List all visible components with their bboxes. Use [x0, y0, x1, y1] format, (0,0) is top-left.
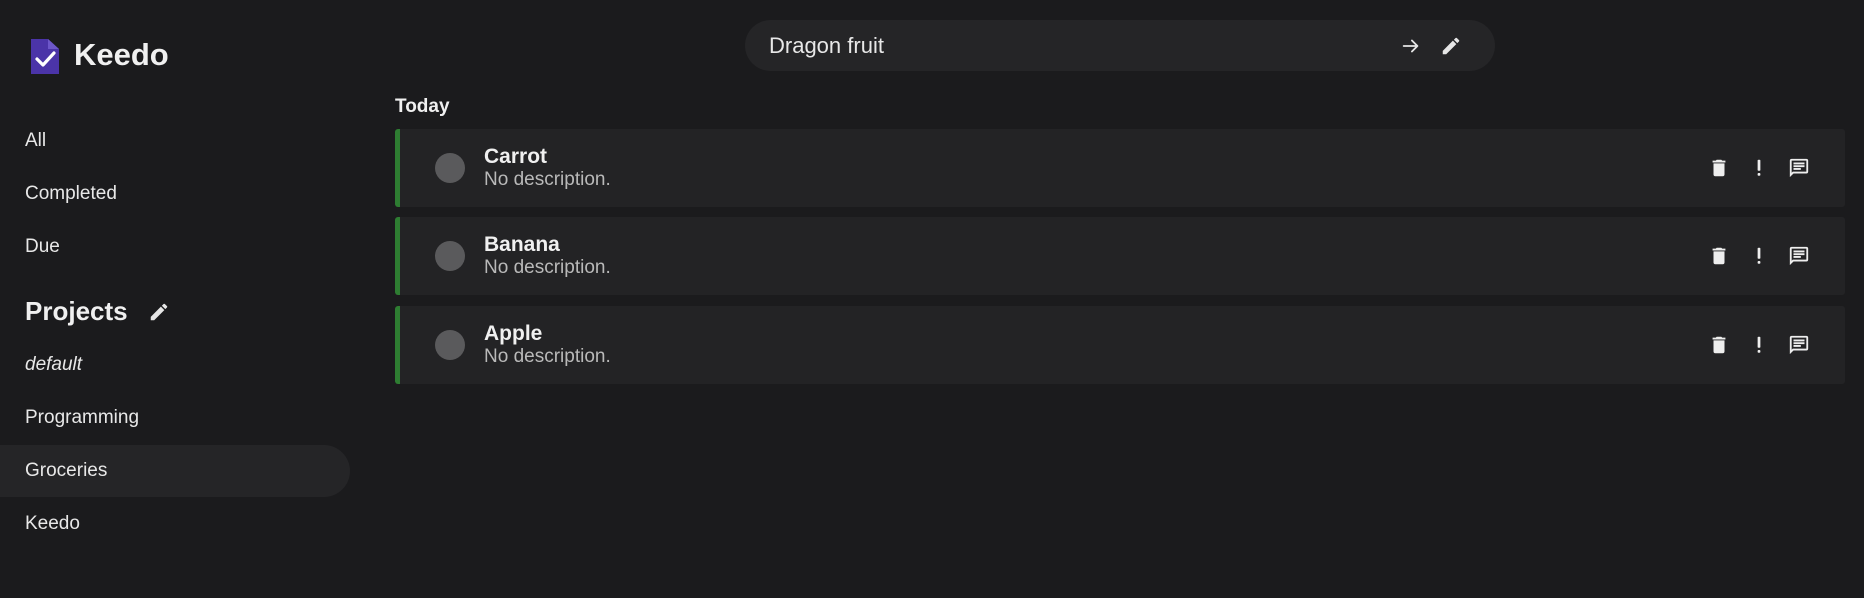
- submit-task-button[interactable]: [1391, 26, 1431, 66]
- trash-icon: [1712, 159, 1726, 177]
- trash-icon: [1712, 247, 1726, 265]
- project-item-default[interactable]: default: [0, 339, 350, 391]
- exclamation-icon: [1757, 336, 1761, 353]
- task-title: Apple: [484, 322, 543, 345]
- task-title: Carrot: [484, 145, 548, 168]
- edit-projects-button[interactable]: [146, 299, 172, 325]
- comment-icon: [1789, 158, 1809, 178]
- delete-task-button[interactable]: [1699, 325, 1739, 365]
- complete-checkbox[interactable]: [435, 241, 465, 271]
- task-actions: [1699, 325, 1819, 365]
- project-item-programming[interactable]: Programming: [0, 392, 350, 444]
- priority-button[interactable]: [1739, 236, 1779, 276]
- section-title: Today: [395, 96, 450, 117]
- trash-icon: [1712, 336, 1726, 354]
- pencil-icon: [150, 303, 167, 320]
- task-actions: [1699, 236, 1819, 276]
- nav-item-due[interactable]: Due: [0, 221, 350, 273]
- edit-task-details-button[interactable]: [1431, 26, 1471, 66]
- delete-task-button[interactable]: [1699, 148, 1739, 188]
- project-item-label: Programming: [25, 407, 140, 428]
- nav-item-label: Completed: [25, 183, 117, 204]
- comment-button[interactable]: [1779, 236, 1819, 276]
- priority-button[interactable]: [1739, 325, 1779, 365]
- project-item-label: Groceries: [25, 460, 108, 481]
- pencil-icon: [1442, 37, 1460, 54]
- task-item: Apple No description.: [395, 306, 1845, 384]
- nav-item-all[interactable]: All: [0, 115, 350, 167]
- brand[interactable]: Keedo: [28, 34, 169, 76]
- new-task-bar: [745, 20, 1495, 71]
- comment-icon: [1789, 335, 1809, 355]
- comment-icon: [1789, 246, 1809, 266]
- project-item-label: default: [25, 354, 83, 375]
- task-title: Banana: [484, 233, 560, 256]
- delete-task-button[interactable]: [1699, 236, 1739, 276]
- nav-item-label: All: [25, 130, 47, 151]
- projects-title: Projects: [25, 296, 128, 326]
- new-task-input[interactable]: [769, 32, 1391, 59]
- complete-checkbox[interactable]: [435, 330, 465, 360]
- clipboard-check-icon: [28, 34, 62, 76]
- task-item: Banana No description.: [395, 217, 1845, 295]
- project-item-groceries[interactable]: Groceries: [0, 445, 350, 497]
- comment-button[interactable]: [1779, 148, 1819, 188]
- projects-header: Projects: [25, 296, 172, 327]
- exclamation-icon: [1757, 247, 1761, 264]
- task-description: No description.: [484, 346, 611, 367]
- exclamation-icon: [1757, 159, 1761, 176]
- project-item-keedo[interactable]: Keedo: [0, 498, 350, 550]
- task-description: No description.: [484, 257, 611, 278]
- nav-item-completed[interactable]: Completed: [0, 168, 350, 220]
- task-item: Carrot No description.: [395, 129, 1845, 207]
- brand-name: Keedo: [74, 37, 169, 72]
- task-description: No description.: [484, 169, 611, 190]
- app-root: Keedo All Completed Due Projects default…: [0, 0, 1864, 598]
- task-actions: [1699, 148, 1819, 188]
- priority-button[interactable]: [1739, 148, 1779, 188]
- nav-item-label: Due: [25, 236, 60, 257]
- complete-checkbox[interactable]: [435, 153, 465, 183]
- comment-button[interactable]: [1779, 325, 1819, 365]
- project-item-label: Keedo: [25, 513, 80, 534]
- arrow-right-icon: [1402, 39, 1419, 52]
- sidebar: Keedo All Completed Due Projects default…: [0, 0, 352, 598]
